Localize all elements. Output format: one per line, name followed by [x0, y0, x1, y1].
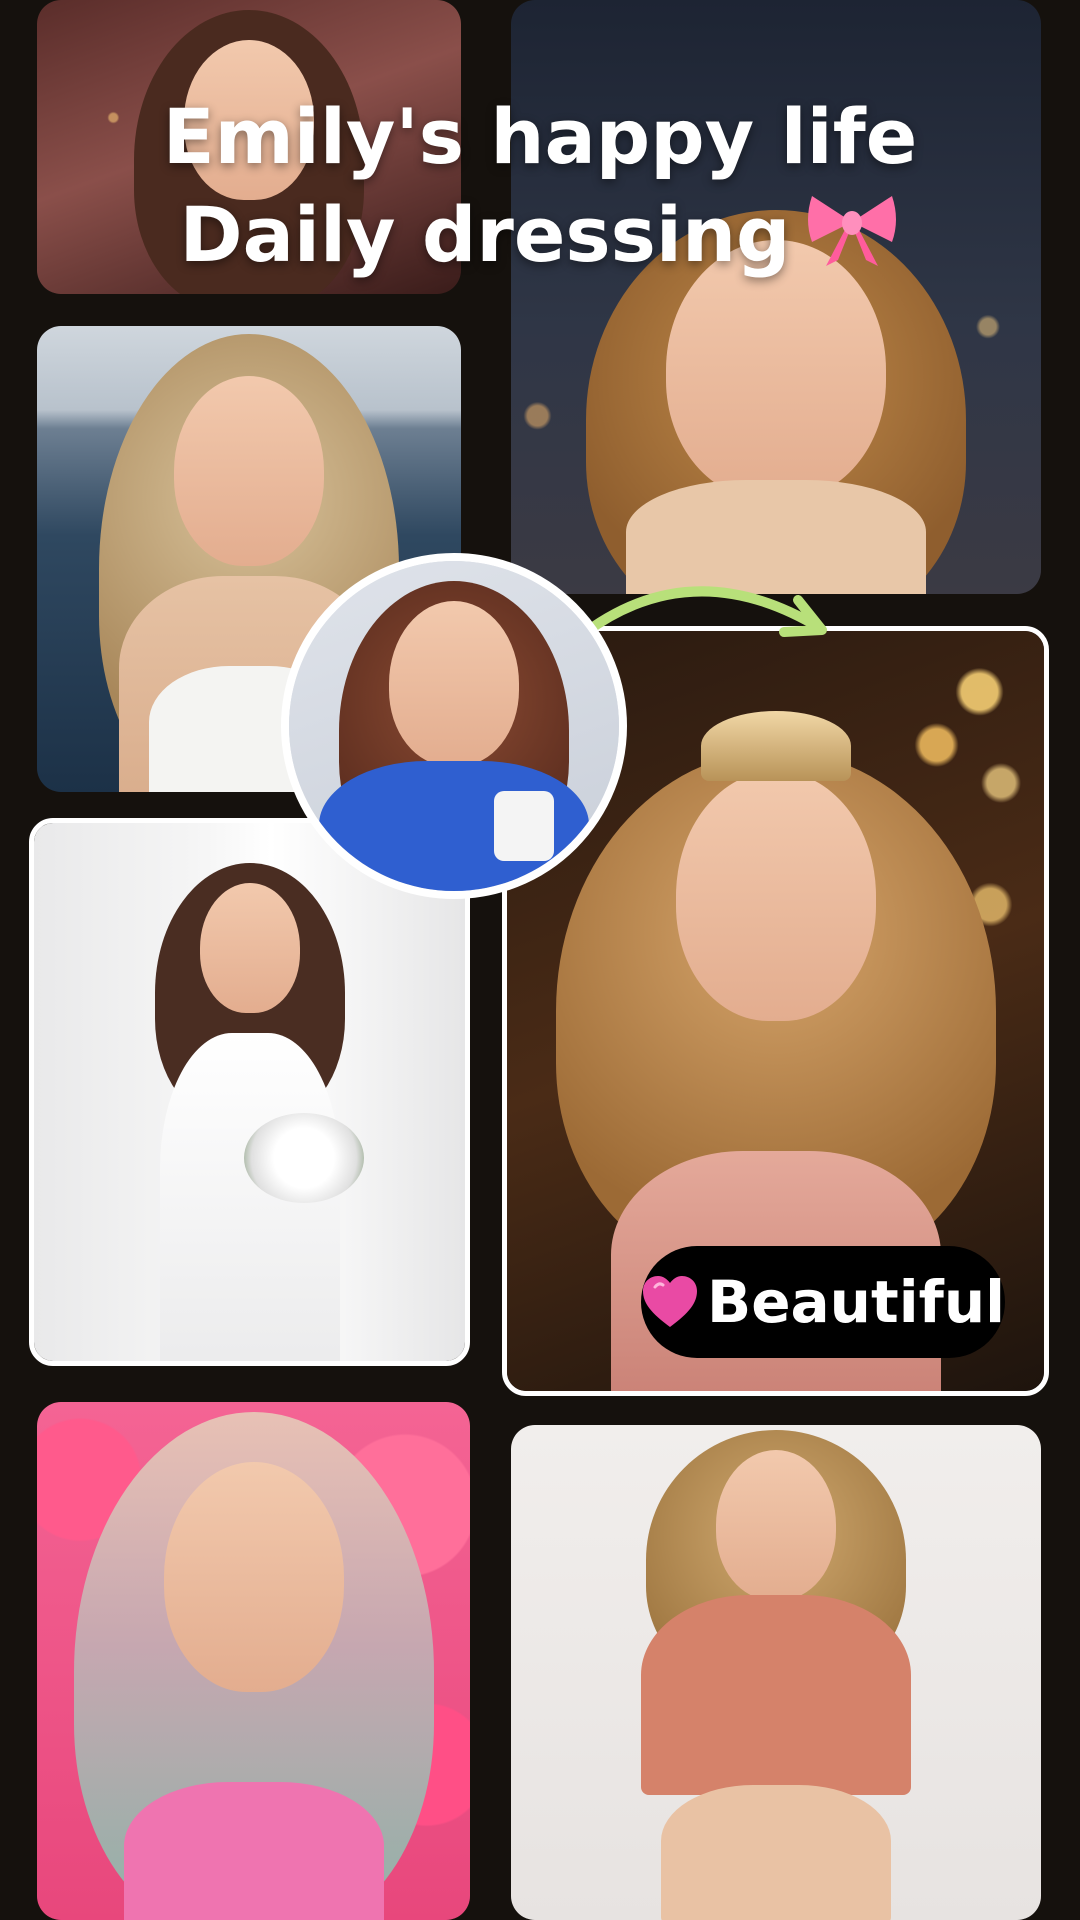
photo-original-selfie	[289, 561, 619, 891]
beautiful-badge: Beautiful	[641, 1246, 1005, 1358]
headline: Emily's happy life Daily dressing	[0, 88, 1080, 291]
pink-heart-icon	[641, 1275, 699, 1329]
circle-portrait[interactable]	[281, 553, 627, 899]
photo-tile-pink[interactable]	[37, 1402, 470, 1920]
photo-pastel-hair	[37, 1402, 470, 1920]
headline-line-2: Daily dressing	[0, 186, 1080, 291]
pink-bow-icon	[804, 190, 900, 291]
photo-tile-studio[interactable]	[511, 1425, 1041, 1920]
crown-icon	[700, 711, 851, 781]
photo-tile-bride[interactable]	[29, 818, 470, 1366]
photo-pregnancy	[511, 1425, 1041, 1920]
badge-label: Beautiful	[707, 1268, 1005, 1336]
headline-line-1: Emily's happy life	[162, 92, 918, 181]
mug-icon	[494, 791, 554, 861]
headline-line-2-text: Daily dressing	[179, 190, 791, 279]
photo-bride	[34, 823, 465, 1361]
